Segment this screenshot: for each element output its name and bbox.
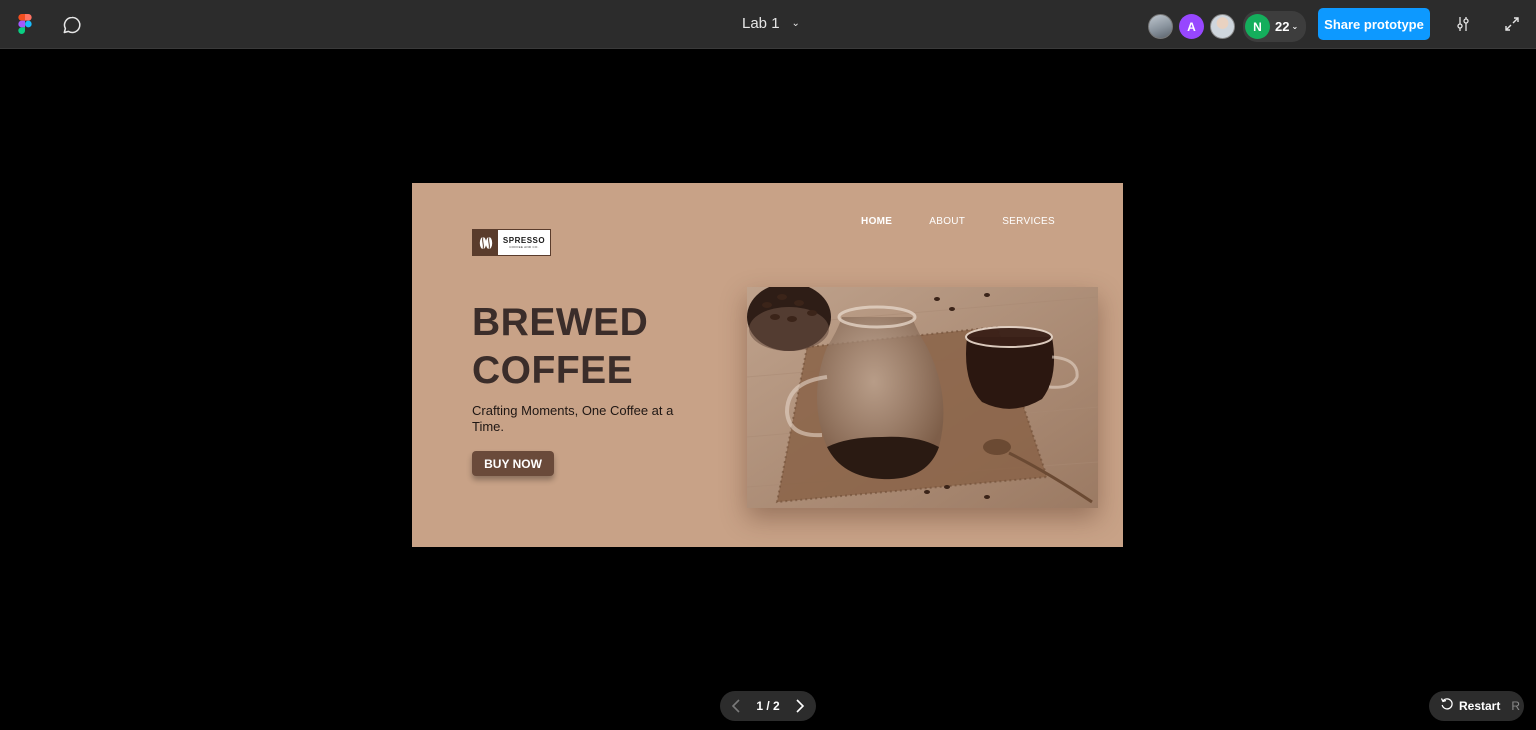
buy-now-button[interactable]: BUY NOW — [472, 451, 554, 476]
toolbar: Lab 1 ⌄ A N 22 ⌄ Share prototype — [0, 0, 1536, 49]
page-navigator: 1 / 2 — [720, 691, 816, 721]
nav-services[interactable]: SERVICES — [1002, 216, 1055, 227]
nav-about[interactable]: ABOUT — [929, 216, 965, 227]
expand-icon[interactable] — [1500, 12, 1524, 36]
avatar[interactable]: A — [1179, 14, 1204, 39]
restart-label: Restart — [1459, 699, 1501, 713]
prototype-frame: SPRESSO COFFEE AND CO. HOME ABOUT SERVIC… — [412, 183, 1123, 547]
coffee-hero-image — [747, 287, 1098, 508]
collaborator-count: 22 — [1275, 19, 1290, 34]
hero-tagline: Crafting Moments, One Coffee at a Time. — [472, 403, 674, 434]
nav-home[interactable]: HOME — [861, 216, 892, 227]
restart-button[interactable]: Restart R — [1429, 691, 1524, 721]
coffee-bean-icon — [473, 230, 498, 255]
previous-frame-button[interactable] — [726, 696, 746, 716]
file-title: Lab 1 — [742, 15, 780, 32]
hero-headline: BREWED COFFEE — [472, 299, 648, 395]
figma-logo-icon[interactable] — [17, 14, 33, 34]
file-title-menu[interactable]: Lab 1 ⌄ — [742, 15, 800, 32]
collaborator-count-button[interactable]: N 22 ⌄ — [1243, 11, 1307, 42]
settings-sliders-icon[interactable] — [1451, 12, 1475, 36]
avatar-initial: A — [1187, 19, 1196, 34]
avatar-initial: N — [1253, 19, 1262, 34]
share-prototype-button[interactable]: Share prototype — [1318, 8, 1430, 40]
headline-line-2: COFFEE — [472, 349, 634, 392]
page-indicator: 1 / 2 — [756, 699, 780, 713]
restart-shortcut: R — [1511, 699, 1521, 713]
collaborator-avatars: A N 22 ⌄ — [1148, 11, 1307, 42]
logo-name: SPRESSO — [502, 236, 546, 245]
headline-line-1: BREWED — [472, 301, 649, 344]
chevron-down-icon: ⌄ — [791, 18, 800, 29]
avatar[interactable] — [1210, 14, 1235, 39]
next-frame-button[interactable] — [790, 696, 810, 716]
main-nav: HOME ABOUT SERVICES — [861, 216, 1055, 227]
avatar: N — [1245, 14, 1270, 39]
chevron-down-icon: ⌄ — [1291, 22, 1299, 31]
restart-icon — [1440, 697, 1454, 716]
brand-logo[interactable]: SPRESSO COFFEE AND CO. — [472, 229, 551, 256]
logo-subtitle: COFFEE AND CO. — [509, 245, 539, 249]
avatar[interactable] — [1148, 14, 1173, 39]
comment-icon[interactable] — [60, 13, 84, 37]
